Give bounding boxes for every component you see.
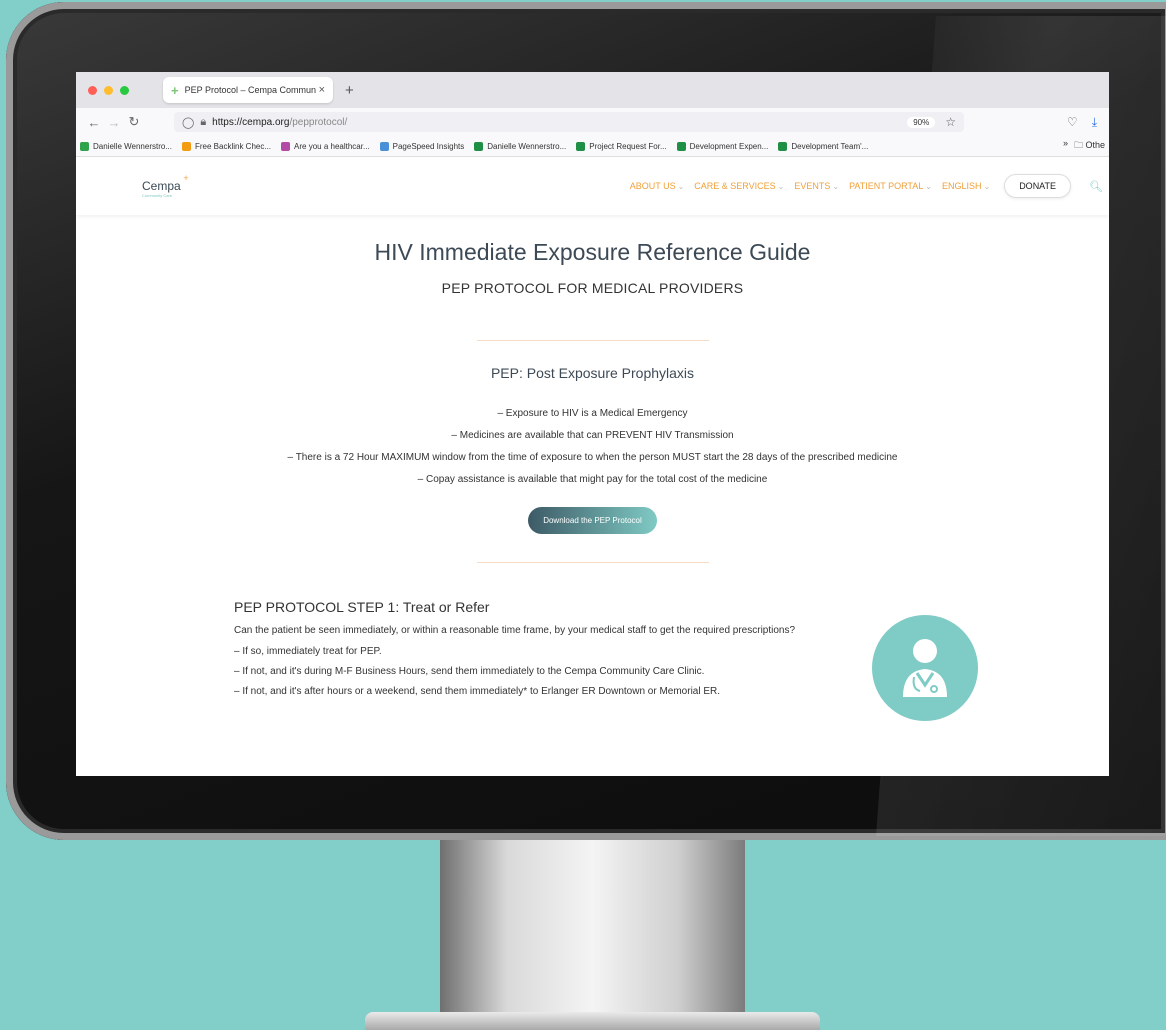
- bookmarks-overflow-icon[interactable]: »: [1063, 138, 1068, 154]
- pocket-icon[interactable]: ♡: [1067, 115, 1078, 130]
- menu-item-label: ENGLISH: [941, 181, 982, 191]
- bookmark-label: Free Backlink Chec...: [195, 141, 272, 151]
- step-1-item: – If not, and it's after hours or a week…: [234, 686, 721, 697]
- new-tab-button[interactable]: +: [345, 82, 354, 99]
- menu-item-label: PATIENT PORTAL: [849, 181, 924, 191]
- download-pep-protocol-button[interactable]: Download the PEP Protocol: [528, 507, 657, 534]
- toolbar-right: ♡ ⤓: [1067, 115, 1097, 130]
- other-bookmarks-label: Othe: [1085, 140, 1105, 150]
- bookmarks-bar: Danielle Wennerstro... Free Backlink Chec…: [76, 136, 1109, 157]
- reload-icon[interactable]: ↻: [124, 114, 144, 130]
- lock-icon: 🔒︎: [200, 115, 207, 128]
- step-1-section: PEP PROTOCOL STEP 1: Treat or Refer Can …: [234, 599, 834, 698]
- url-text: https://cempa.org/pepprotocol/: [212, 117, 907, 128]
- other-bookmarks-folder[interactable]: 🗀︎ Othe: [1074, 138, 1105, 154]
- bookmark-label: Development Team'...: [791, 141, 869, 151]
- chevron-down-icon: ⌄: [677, 182, 685, 191]
- bookmark-favicon-icon: [182, 141, 191, 151]
- page-subtitle: PEP PROTOCOL FOR MEDICAL PROVIDERS: [441, 280, 744, 296]
- tab-pep-protocol[interactable]: + PEP Protocol – Cempa Commun ×: [163, 77, 333, 103]
- maximize-window-button[interactable]: [120, 85, 129, 95]
- logo-text: Cempa: [142, 179, 181, 193]
- bookmark-label: Project Request For...: [589, 141, 667, 151]
- site-header: Cempa + Community Care ABOUT US ⌄ CARE & SE…: [76, 157, 1109, 215]
- download-icon[interactable]: ⤓: [1092, 115, 1097, 130]
- forward-arrow-icon[interactable]: →: [104, 115, 124, 130]
- bullet-item: – Medicines are available that can PREVE…: [451, 430, 734, 441]
- close-window-button[interactable]: [88, 85, 97, 95]
- search-icon[interactable]: 🔍︎: [1089, 180, 1103, 193]
- bookmark-favicon-icon: [576, 141, 586, 151]
- step-1-title: PEP PROTOCOL STEP 1: Treat or Refer: [234, 599, 490, 615]
- bullet-item: – Exposure to HIV is a Medical Emergency: [497, 408, 688, 419]
- bookmark-item[interactable]: Development Expen...: [676, 141, 769, 151]
- monitor-stand-foot: [365, 1012, 820, 1030]
- minimize-window-button[interactable]: [104, 85, 113, 95]
- menu-item-patient-portal[interactable]: PATIENT PORTAL ⌄: [849, 181, 932, 191]
- cempa-logo[interactable]: Cempa + Community Care: [142, 173, 189, 198]
- bullet-item: – Copay assistance is available that mig…: [417, 474, 768, 485]
- monitor-stand-neck: [440, 840, 745, 1030]
- bookmark-star-icon[interactable]: ☆: [945, 115, 956, 129]
- logo-subtitle: Community Care: [142, 193, 173, 198]
- menu-item-care-services[interactable]: CARE & SERVICES ⌄: [694, 181, 784, 191]
- bullet-item: – There is a 72 Hour MAXIMUM window from…: [287, 452, 898, 463]
- section-divider: [476, 562, 709, 563]
- bookmark-favicon-icon: [778, 141, 788, 151]
- bookmark-item[interactable]: Free Backlink Chec...: [182, 141, 272, 151]
- section-title: PEP: Post Exposure Prophylaxis: [490, 365, 695, 381]
- zoom-level[interactable]: 90%: [907, 116, 936, 128]
- menu-item-events[interactable]: EVENTS ⌄: [794, 181, 839, 191]
- bookmark-label: Danielle Wennerstro...: [93, 141, 172, 151]
- chevron-down-icon: ⌄: [925, 182, 932, 191]
- bookmark-label: PageSpeed Insights: [392, 141, 465, 151]
- menu-item-label: CARE & SERVICES: [694, 181, 776, 191]
- main-menu: ABOUT US ⌄ CARE & SERVICES ⌄ EVENTS ⌄ PATIENT …: [630, 174, 1072, 198]
- shield-icon: ◯: [182, 116, 195, 129]
- bookmark-favicon-icon: [281, 141, 291, 151]
- menu-item-label: ABOUT US: [629, 181, 676, 191]
- section-divider: [476, 340, 709, 341]
- url-path: /pepprotocol/: [289, 116, 348, 128]
- chevron-down-icon: ⌄: [777, 182, 785, 191]
- tab-title: PEP Protocol – Cempa Commun: [184, 85, 316, 95]
- bookmark-favicon-icon: [379, 141, 389, 151]
- pep-bullets: – Exposure to HIV is a Medical Emergency…: [76, 403, 1109, 491]
- nav-bar: ← → ↻ ◯ 🔒︎ https://cempa.org/pepprotocol…: [76, 108, 1109, 136]
- bookmark-item[interactable]: Danielle Wennerstro...: [474, 141, 567, 151]
- step-1-item: – If so, immediately treat for PEP.: [234, 646, 382, 657]
- menu-item-about-us[interactable]: ABOUT US ⌄: [630, 181, 685, 191]
- step-1-item: – If not, and it's during M-F Business H…: [234, 666, 705, 677]
- menu-item-english[interactable]: ENGLISH ⌄: [942, 181, 990, 191]
- donate-button[interactable]: DONATE: [1004, 174, 1072, 198]
- bookmark-favicon-icon: [676, 141, 686, 151]
- bookmark-item[interactable]: Danielle Wennerstro...: [80, 141, 172, 151]
- bookmark-item[interactable]: Are you a healthcar...: [281, 141, 370, 151]
- bookmark-item[interactable]: Development Team'...: [778, 141, 869, 151]
- browser-window: + PEP Protocol – Cempa Commun × + ← → ↻ …: [76, 72, 1109, 776]
- bookmark-item[interactable]: Project Request For...: [576, 141, 667, 151]
- tab-bar: + PEP Protocol – Cempa Commun × +: [76, 72, 1109, 108]
- bookmark-favicon-icon: [474, 141, 484, 151]
- step-1-question: Can the patient be seen immediately, or …: [234, 625, 796, 636]
- logo-plus-icon: +: [183, 173, 189, 183]
- bookmark-favicon-icon: [80, 141, 89, 151]
- chevron-down-icon: ⌄: [832, 182, 840, 191]
- doctor-icon: [872, 615, 978, 721]
- bookmark-item[interactable]: PageSpeed Insights: [379, 141, 465, 151]
- page-title: HIV Immediate Exposure Reference Guide: [374, 239, 811, 265]
- bookmark-label: Danielle Wennerstro...: [487, 141, 567, 151]
- address-bar[interactable]: ◯ 🔒︎ https://cempa.org/pepprotocol/ 90% …: [174, 112, 964, 132]
- bookmark-label: Development Expen...: [689, 141, 769, 151]
- window-controls: [88, 85, 129, 95]
- back-arrow-icon[interactable]: ←: [84, 115, 104, 130]
- menu-item-label: EVENTS: [794, 181, 831, 191]
- url-host: https://cempa.org: [212, 116, 290, 128]
- download-button-wrap: Download the PEP Protocol: [76, 507, 1109, 534]
- bookmark-label: Are you a healthcar...: [294, 141, 370, 151]
- bookmarks-overflow: » 🗀︎ Othe: [1063, 138, 1105, 154]
- chevron-down-icon: ⌄: [983, 182, 991, 191]
- cempa-favicon-icon: +: [171, 82, 179, 98]
- close-tab-icon[interactable]: ×: [319, 84, 325, 96]
